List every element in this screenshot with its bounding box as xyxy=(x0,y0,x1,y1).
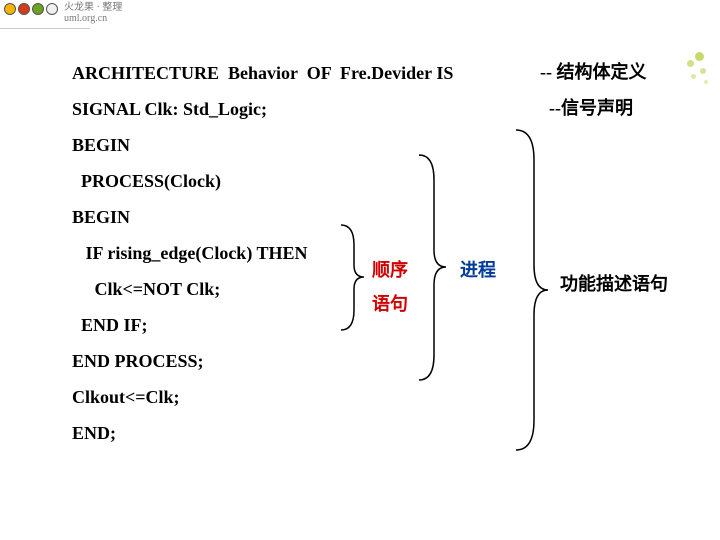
annotation-seq: 顺序 xyxy=(372,256,408,282)
code-line: PROCESS(Clock) xyxy=(72,163,453,199)
header-text: 火龙果 · 整理 uml.org.cn xyxy=(64,2,122,24)
code-block: ARCHITECTURE Behavior OF Fre.Devider IS … xyxy=(72,55,453,451)
bracket-icon xyxy=(510,130,550,450)
code-line: BEGIN xyxy=(72,199,453,235)
code-line: BEGIN xyxy=(72,127,453,163)
comment-signal-decl: --信号声明 xyxy=(549,94,633,120)
decorative-dot-icon xyxy=(695,52,704,61)
annotation-process: 进程 xyxy=(460,256,496,282)
header-logo: 火龙果 · 整理 uml.org.cn xyxy=(0,0,126,26)
logo-icon xyxy=(4,2,56,20)
code-line: END PROCESS; xyxy=(72,343,453,379)
decorative-dot-icon xyxy=(687,60,694,67)
bracket-icon xyxy=(336,225,366,330)
header-divider xyxy=(0,28,90,29)
code-line: Clkout<=Clk; xyxy=(72,379,453,415)
comment-arch-def: -- 结构体定义 xyxy=(540,58,647,84)
decorative-dot-icon xyxy=(700,68,706,74)
decorative-dot-icon xyxy=(704,80,708,84)
brand-url: uml.org.cn xyxy=(64,13,107,24)
brand-text: 火龙果 · 整理 xyxy=(64,2,122,13)
code-line: ARCHITECTURE Behavior OF Fre.Devider IS xyxy=(72,55,453,91)
annotation-stmt: 语句 xyxy=(372,290,408,316)
decorative-dot-icon xyxy=(691,74,696,79)
annotation-behavior-stmt: 功能描述语句 xyxy=(560,270,668,296)
bracket-icon xyxy=(414,155,448,380)
code-line: END; xyxy=(72,415,453,451)
code-line: SIGNAL Clk: Std_Logic; xyxy=(72,91,453,127)
